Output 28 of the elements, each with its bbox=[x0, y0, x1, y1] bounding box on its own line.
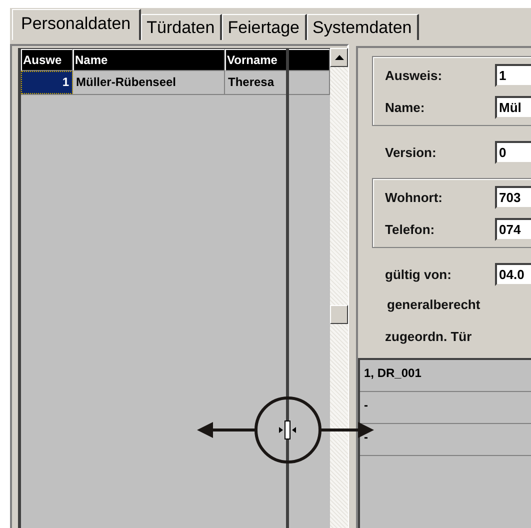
field-label: Telefon: bbox=[385, 222, 436, 236]
table-cell[interactable]: Müller-Rübenseel bbox=[73, 71, 225, 94]
tab[interactable]: Systemdaten bbox=[306, 14, 419, 40]
tab[interactable]: Feiertage bbox=[222, 14, 307, 40]
input-field[interactable]: 04.0 bbox=[495, 262, 531, 286]
tab[interactable]: Türdaten bbox=[140, 14, 222, 40]
section-label: zugeordn. Tür bbox=[385, 329, 472, 344]
scroll-up-button[interactable] bbox=[330, 48, 348, 67]
table-cell[interactable]: 1 bbox=[21, 71, 73, 94]
checkbox-label: generalberecht bbox=[387, 297, 480, 312]
field-label: Wohnort: bbox=[385, 190, 444, 204]
input-field[interactable]: 0 bbox=[495, 140, 531, 164]
list-item[interactable]: - bbox=[360, 392, 531, 424]
field-label: Ausweis: bbox=[385, 68, 444, 82]
input-field[interactable]: 074 bbox=[495, 218, 531, 240]
tab[interactable]: Personaldaten bbox=[12, 9, 141, 40]
input-field[interactable]: 1 bbox=[495, 64, 531, 86]
column-header[interactable]: Name bbox=[73, 49, 225, 71]
field-label: gültig von: bbox=[385, 266, 452, 282]
field-label: Version: bbox=[385, 144, 438, 160]
column-header[interactable]: Auswe bbox=[21, 49, 73, 71]
input-field[interactable]: Mül bbox=[495, 96, 531, 118]
field-label: Name: bbox=[385, 100, 426, 114]
up-arrow-icon bbox=[334, 55, 344, 60]
input-field[interactable]: 703 bbox=[495, 186, 531, 208]
column-header[interactable]: Vorname bbox=[225, 49, 330, 71]
list-item[interactable]: 1, DR_001 bbox=[360, 360, 531, 392]
scrollbar-thumb[interactable] bbox=[330, 305, 348, 324]
